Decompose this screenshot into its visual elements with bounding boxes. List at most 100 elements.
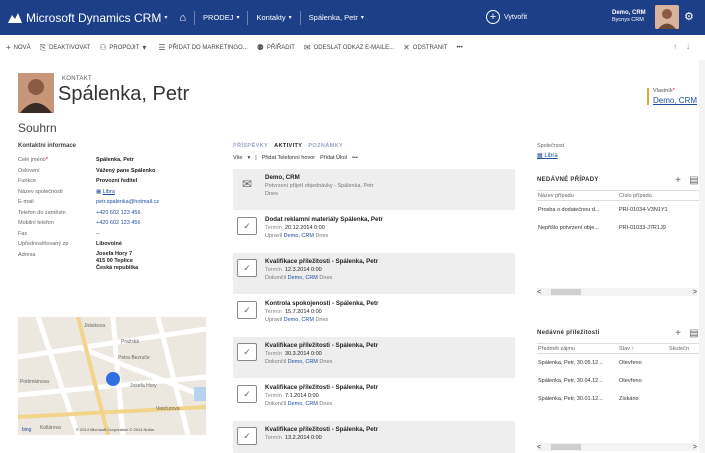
scroll-left-icon[interactable]: < (537, 444, 541, 451)
activity-title[interactable]: Kvalifikace příležitosti - Spálenka, Pet… (265, 383, 511, 392)
command-delete-button[interactable]: ✕ ODSTRANIT (403, 43, 447, 52)
case-row[interactable]: Prosba o dodatečnou d... PŘÍ-01034-V3N1Y1 (537, 201, 705, 219)
modified-by-link[interactable]: Demo, CRM (288, 275, 318, 281)
contact-field[interactable]: Fax -- (18, 229, 213, 240)
tab-notes[interactable]: POZNÁMKY (308, 143, 343, 149)
opportunity-row[interactable]: Spálenka, Petr, 30.05.12... Otevřeno (537, 354, 705, 372)
case-title-cell[interactable]: Nepřišlo potvrzení obje... (537, 225, 619, 231)
field-value[interactable]: +420 602 123 456 (96, 208, 213, 219)
contact-field[interactable]: Funkce Provozní ředitel (18, 176, 213, 187)
contact-field[interactable]: Oslovení Vážený pane Spálenko (18, 166, 213, 177)
app-brand[interactable]: Microsoft Dynamics CRM ▾ (0, 11, 167, 25)
activity-item[interactable]: ✓ Kvalifikace příležitosti - Spálenka, Pe… (233, 379, 515, 421)
column-header[interactable]: Předmět zájmu (537, 346, 619, 352)
task-checkbox-icon[interactable]: ✓ (237, 385, 257, 403)
modified-by-link[interactable]: Demo, CRM (288, 401, 318, 407)
activity-item[interactable]: ✉ Demo, CRM Potvrzení přijetí objednávky -… (233, 169, 515, 211)
field-value[interactable]: petr.spalenka@hotmail.cz (96, 197, 213, 208)
scroll-left-icon[interactable]: < (537, 289, 541, 296)
owner-field[interactable]: Vlastník* Demo, CRM (647, 88, 697, 105)
task-checkbox-icon[interactable]: ✓ (237, 217, 257, 235)
opportunity-row[interactable]: Spálenka, Petr, 30.01.12... Získáno (537, 390, 705, 408)
record-navigation-arrows[interactable]: ↑↓ (673, 42, 699, 51)
nav-entity-contacts[interactable]: Kontakty ▾ (256, 13, 291, 22)
address-field[interactable]: Adresa Josefa Hory 7 415 00 Teplice Česk… (18, 250, 213, 273)
activity-title[interactable]: Dodat reklamní materiály Spálenka, Petr (265, 215, 511, 224)
command-more-button[interactable]: ••• (456, 45, 462, 51)
field-value[interactable]: +420 602 123 456 (96, 218, 213, 229)
contact-field[interactable]: Mobilní telefon +420 602 123 456 (18, 218, 213, 229)
nav-record[interactable]: Spálenka, Petr ▾ (309, 13, 364, 22)
activity-title[interactable]: Kvalifikace příležitosti - Spálenka, Pet… (265, 257, 511, 266)
modified-by-link[interactable]: Demo, CRM (284, 317, 314, 323)
tab-posts[interactable]: PŘÍSPĚVKY (233, 143, 268, 149)
command-deactivate-button[interactable]: ⎘ DEAKTIVOVAT (40, 43, 91, 53)
activity-title[interactable]: Kontrola spokojenosti - Spálenka, Petr (265, 299, 511, 308)
column-header[interactable]: Číslo případu (619, 193, 699, 199)
command-new-button[interactable]: + NOVÁ (6, 43, 31, 52)
contact-field[interactable]: E-mail petr.spalenka@hotmail.cz (18, 197, 213, 208)
address-map[interactable]: Jiráskova Pražská Petra Bezruče Josefa H… (18, 317, 206, 435)
settings-gear-icon[interactable]: ⚙ (684, 10, 694, 23)
create-button[interactable]: + Vytvořit (486, 10, 527, 24)
add-record-icon[interactable]: + (675, 328, 681, 339)
activity-item[interactable]: ✓ Dodat reklamní materiály Spálenka, Petr… (233, 211, 515, 253)
task-checkbox-icon[interactable]: ✓ (237, 301, 257, 319)
activity-filter-all[interactable]: Vše (233, 155, 242, 161)
command-add-to-marketing-list-button[interactable]: ☰ PŘIDAT DO MARKETINGO... (158, 43, 247, 52)
task-checkbox-icon[interactable]: ✓ (237, 343, 257, 361)
user-info[interactable]: Demo, CRM Bycnys CRM (612, 10, 646, 24)
contact-field[interactable]: Název společnosti ▦ Libra (18, 187, 213, 198)
activity-title[interactable]: Kvalifikace příležitosti - Spálenka, Pet… (265, 425, 511, 434)
horizontal-scrollbar[interactable]: < > (537, 443, 697, 451)
opportunity-topic-cell[interactable]: Spálenka, Petr, 30.04.12... (537, 378, 619, 384)
home-icon[interactable]: ⌂ (179, 12, 186, 24)
command-assign-button[interactable]: ⚉ PŘIŘADIT (257, 43, 295, 52)
scrollbar-thumb[interactable] (551, 289, 581, 295)
chevron-down-icon[interactable]: ▾ (247, 155, 250, 161)
opportunity-topic-cell[interactable]: Spálenka, Petr, 30.01.12... (537, 396, 619, 402)
contact-field[interactable]: Upřednostňovaný zp Libovolné (18, 239, 213, 250)
activity-item[interactable]: ✓ Kvalifikace příležitosti - Spálenka, Pe… (233, 337, 515, 379)
scrollbar-thumb[interactable] (551, 444, 581, 450)
case-title-cell[interactable]: Prosba o dodatečnou d... (537, 207, 619, 213)
grid-view-icon[interactable]: ▤ (689, 175, 699, 186)
scroll-right-icon[interactable]: > (693, 444, 697, 451)
activity-item[interactable]: ✓ Kontrola spokojenosti - Spálenka, Petr T… (233, 295, 515, 337)
nav-area-sales[interactable]: PRODEJ ▾ (203, 13, 239, 22)
company-link[interactable]: ▦ Libra (537, 152, 564, 159)
horizontal-scrollbar[interactable]: < > (537, 288, 697, 296)
tab-activities[interactable]: AKTIVITY (274, 143, 302, 149)
arrow-up-icon[interactable]: ↑ (673, 42, 686, 51)
add-phone-call-button[interactable]: Přidat Telefonní hovor (262, 155, 315, 161)
case-row[interactable]: Nepřišlo potvrzení obje... PŘÍ-01033-J7R1… (537, 219, 705, 237)
column-header[interactable]: Název případu (537, 193, 619, 199)
user-avatar[interactable] (655, 5, 679, 29)
activity-item[interactable]: ✓ Kvalifikace příležitosti - Spálenka, Pe… (233, 253, 515, 295)
arrow-down-icon[interactable]: ↓ (686, 42, 699, 51)
map-location-marker[interactable] (106, 372, 120, 386)
task-checkbox-icon[interactable]: ✓ (237, 427, 257, 445)
contact-field[interactable]: Celé jméno* Spálenka, Petr (18, 155, 213, 166)
task-checkbox-icon[interactable]: ✓ (237, 259, 257, 277)
add-record-icon[interactable]: + (675, 175, 681, 186)
grid-view-icon[interactable]: ▤ (689, 328, 699, 339)
column-header[interactable]: Stav ↑ (619, 346, 669, 352)
contact-photo[interactable] (18, 73, 54, 113)
scroll-right-icon[interactable]: > (693, 289, 697, 296)
opportunity-topic-cell[interactable]: Spálenka, Petr, 30.05.12... (537, 360, 619, 366)
modified-by-link[interactable]: Demo, CRM (284, 233, 314, 239)
owner-value-link[interactable]: Demo, CRM (653, 96, 697, 105)
modified-by-link[interactable]: Demo, CRM (288, 359, 318, 365)
command-connect-button[interactable]: ⚇ PROPOJIT ▾ (99, 43, 149, 52)
more-icon[interactable]: ••• (352, 155, 358, 161)
activity-title[interactable]: Kvalifikace příležitosti - Spálenka, Pet… (265, 341, 511, 350)
vertical-scrollbar[interactable] (699, 60, 705, 453)
activity-item[interactable]: ✓ Kvalifikace příležitosti - Spálenka, Pe… (233, 421, 515, 453)
command-email-link-button[interactable]: ✉ ODESLAT ODKAZ E-MAILE... (304, 43, 394, 52)
add-task-button[interactable]: Přidat Úkol (320, 155, 347, 161)
field-value[interactable]: ▦ Libra (96, 187, 213, 198)
contact-field[interactable]: Telefon do zaměstn +420 602 123 456 (18, 208, 213, 219)
opportunity-row[interactable]: Spálenka, Petr, 30.04.12... Otevřeno (537, 372, 705, 390)
activity-title[interactable]: Demo, CRM (265, 173, 511, 182)
